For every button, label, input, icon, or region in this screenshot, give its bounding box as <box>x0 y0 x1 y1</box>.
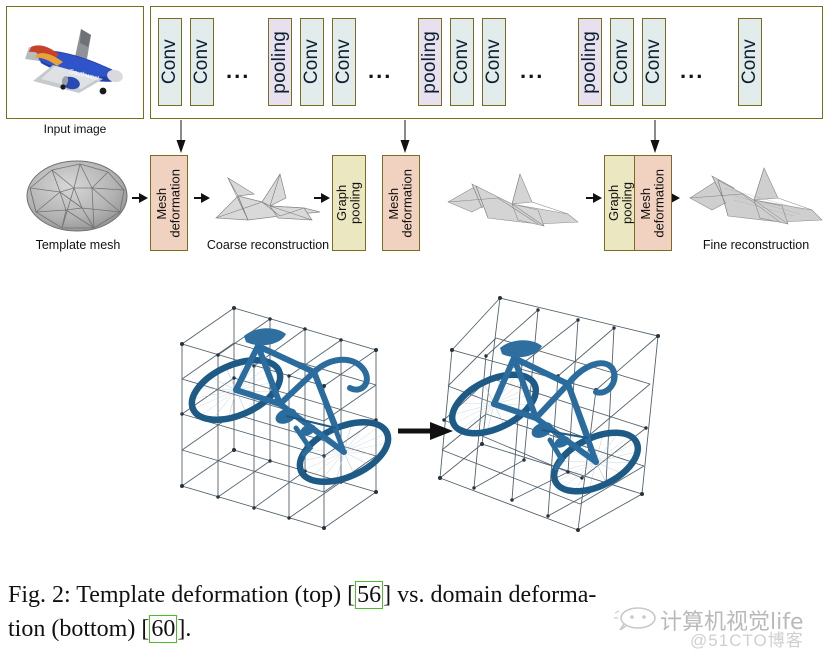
pipeline-block-mesh-0[interactable]: Mesh deformation <box>150 155 188 251</box>
bicycle-mesh-left <box>188 328 392 486</box>
domain-deformation-arrow <box>398 422 453 440</box>
pipeline-block-label: Mesh deformation <box>154 168 183 238</box>
pipeline-block-label: Graph pooling <box>334 182 363 224</box>
bicycle-mesh-right <box>448 340 642 495</box>
pipeline-block-graph-1[interactable]: Graph pooling <box>332 155 366 251</box>
citation-ref-60[interactable]: 60 <box>149 615 178 643</box>
pipeline-block-stack: Mesh deformation Graph pooling Mesh deformati… <box>0 0 829 260</box>
pipeline-block-label: Mesh deformation <box>386 168 415 238</box>
pipeline-block-mesh-4[interactable]: Mesh deformation <box>634 155 672 251</box>
caption-line1-pre: Fig. 2: Template deformation (top) [ <box>8 582 356 608</box>
figure-caption: Fig. 2: Template deformation (top) [56] … <box>8 578 820 646</box>
caption-line1-mid: ] vs. domain deforma- <box>383 582 597 608</box>
pipeline-block-label: Mesh deformation <box>638 168 667 238</box>
pipeline-block-label: Graph pooling <box>606 182 635 224</box>
pipeline-block-mesh-2[interactable]: Mesh deformation <box>382 155 420 251</box>
deformed-lattice-bicycle <box>438 296 660 532</box>
caption-line2-post: ]. <box>177 616 192 642</box>
undeformed-lattice-bicycle <box>180 306 392 530</box>
citation-ref-56[interactable]: 56 <box>355 581 384 609</box>
caption-line2-pre: tion (bottom) [ <box>8 616 150 642</box>
pipeline-block-graph-3[interactable]: Graph pooling <box>604 155 638 251</box>
